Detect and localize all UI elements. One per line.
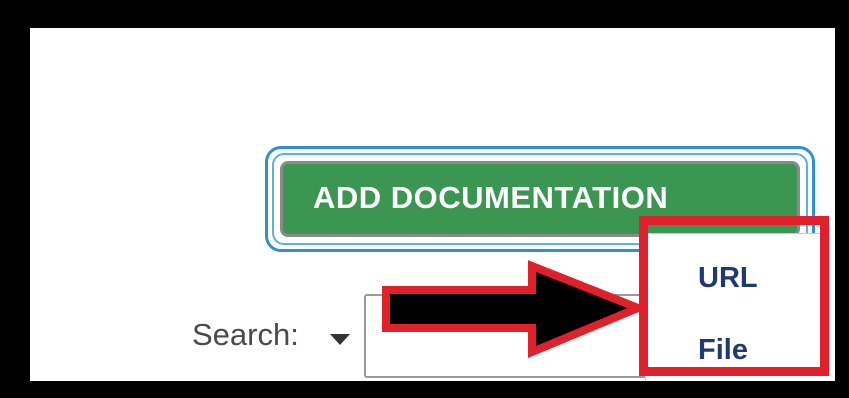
menu-item-file[interactable]: File: [698, 334, 748, 367]
arrow-right-icon: [382, 260, 649, 358]
add-documentation-menu: URL File: [645, 233, 826, 381]
menu-item-url[interactable]: URL: [698, 262, 758, 295]
search-label: Search:: [192, 317, 299, 352]
caret-down-icon[interactable]: [330, 334, 350, 345]
page-content: ADD DOCUMENTATION Search: URL File: [30, 28, 835, 381]
add-documentation-button[interactable]: ADD DOCUMENTATION: [280, 161, 800, 237]
screenshot-frame: ADD DOCUMENTATION Search: URL File: [0, 0, 849, 398]
